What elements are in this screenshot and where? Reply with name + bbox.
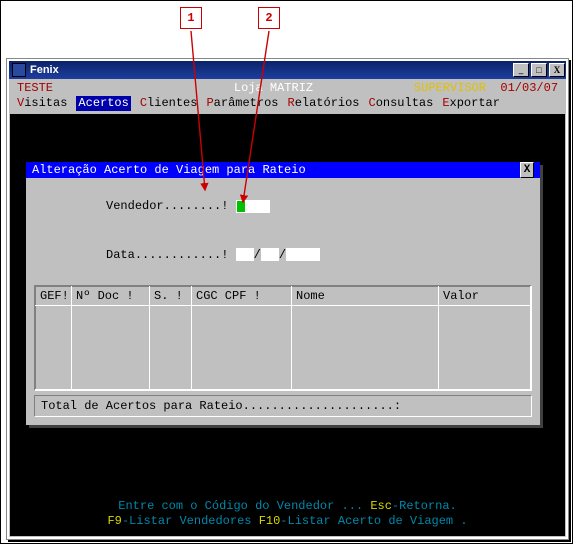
vendedor-input[interactable] [236,200,270,213]
menu-item-parâmetros[interactable]: Parâmetros [206,96,278,111]
total-row: Total de Acertos para Rateio............… [34,395,532,417]
col-header: Nº Doc ! [72,287,150,306]
app-window: Fenix _ □ X TESTE Loja MATRIZ SUPERVISOR… [7,59,568,539]
maximize-button[interactable]: □ [531,63,547,77]
menu-item-consultas[interactable]: Consultas [369,96,434,111]
panel-title-text: Alteração Acerto de Viagem para Rateio [32,163,306,177]
total-label: Total de Acertos para Rateio............… [41,399,401,413]
field-vendedor-row: Vendedor........! [34,182,532,231]
menu-item-exportar[interactable]: Exportar [442,96,500,111]
menu-bar: Visitas Acertos Clientes Parâmetros Relatóri… [17,96,558,111]
cell-nome[interactable] [292,306,439,390]
role-label: SUPERVISOR [414,81,486,96]
date-month-input[interactable] [261,248,279,261]
titlebar: Fenix _ □ X [9,61,566,79]
panel-close-button[interactable]: X [520,162,534,178]
date-day-input[interactable] [236,248,254,261]
help-line1-text: Entre com o Código do Vendedor ... [118,499,370,513]
callout-2: 2 [258,7,280,29]
menu-item-relatórios[interactable]: Relatórios [287,96,359,111]
window-title: Fenix [30,64,59,76]
cell-ndoc[interactable] [72,306,150,390]
table-header-row: GEF!Nº Doc !S. !CGC CPF !NomeValor [36,287,531,306]
col-header: Valor [439,287,531,306]
col-header: CGC CPF ! [192,287,292,306]
menu-item-visitas[interactable]: Visitas [17,96,67,111]
col-header: Nome [292,287,439,306]
data-grid: GEF!Nº Doc !S. !CGC CPF !NomeValor [34,285,532,391]
field-vendedor-label: Vendedor........! [106,199,228,213]
cell-valor[interactable] [439,306,531,390]
minimize-button[interactable]: _ [513,63,529,77]
env-label: TESTE [17,81,53,96]
menu-item-acertos[interactable]: Acertos [76,96,130,111]
close-button[interactable]: X [549,63,565,77]
table-row [36,306,531,390]
date-label: 01/03/07 [500,81,558,96]
col-header: GEF! [36,287,72,306]
app-icon [12,63,26,77]
menu-item-clientes[interactable]: Clientes [140,96,198,111]
content-area: Alteração Acerto de Viagem para Rateio X… [10,114,565,536]
header-band: TESTE Loja MATRIZ SUPERVISOR 01/03/07 Vi… [9,79,566,113]
cell-cgc[interactable] [192,306,292,390]
col-header: S. ! [150,287,192,306]
panel-titlebar: Alteração Acerto de Viagem para Rateio X [26,162,540,178]
date-year-input[interactable] [286,248,320,261]
inner-panel: Alteração Acerto de Viagem para Rateio X… [26,162,540,425]
help-f9-hotkey: F9 [107,514,121,528]
cell-gef[interactable] [36,306,72,390]
field-data-row: Data............! // [34,231,532,280]
field-data-label: Data............! [106,248,228,262]
help-esc-hotkey: Esc [370,499,392,513]
cell-s[interactable] [150,306,192,390]
text-cursor [237,201,245,212]
help-footer: Entre com o Código do Vendedor ... Esc-R… [10,499,565,530]
help-f10-hotkey: F10 [259,514,281,528]
callout-1: 1 [180,7,202,29]
loja-label: Loja MATRIZ [234,81,313,96]
annotation-callouts: 1 2 [1,1,572,61]
